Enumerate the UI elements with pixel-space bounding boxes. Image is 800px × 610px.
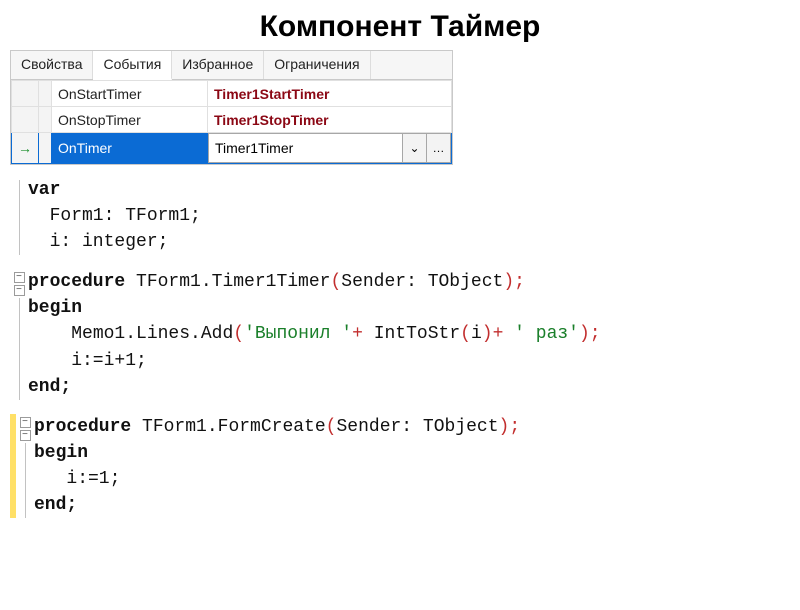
gutter: − − (16, 414, 34, 518)
event-value[interactable]: Timer1StopTimer (208, 107, 452, 133)
punct: + (493, 324, 515, 344)
row-arrow (12, 107, 39, 133)
code-line: Form1: TForm1; (28, 206, 201, 226)
punct: ( (233, 324, 244, 344)
fold-icon[interactable]: − (20, 417, 31, 428)
grid-row[interactable]: OnStartTimer Timer1StartTimer (12, 81, 452, 107)
punct: ( (330, 272, 341, 292)
punct: ); (503, 272, 525, 292)
punct: ); (579, 324, 601, 344)
grid-row[interactable]: OnStopTimer Timer1StopTimer (12, 107, 452, 133)
row-gutter (39, 107, 52, 133)
tab-properties[interactable]: Свойства (11, 51, 93, 79)
ellipsis-button[interactable]: … (427, 133, 451, 163)
object-inspector: Свойства События Избранное Ограничения O… (10, 50, 453, 165)
indent (28, 324, 71, 344)
string-literal: ' раз' (514, 324, 579, 344)
punct: ( (326, 417, 337, 437)
code-line: i:=i+1; (28, 351, 147, 371)
punct: ) (482, 324, 493, 344)
string-literal: 'Выпонил ' (244, 324, 352, 344)
gutter (10, 177, 28, 255)
row-arrow (12, 81, 39, 107)
event-value-cell: ⌄ … (208, 133, 452, 164)
chevron-down-icon[interactable]: ⌄ (403, 133, 427, 163)
row-gutter (39, 81, 52, 107)
gutter: − − (10, 269, 28, 399)
call: Memo1.Lines.Add (71, 324, 233, 344)
code-editor[interactable]: var Form1: TForm1; i: integer; − − proce… (10, 177, 800, 518)
row-arrow-icon: → (12, 133, 39, 164)
code-line: i:=1; (34, 469, 120, 489)
kw-procedure: procedure (28, 272, 136, 292)
tab-favorites[interactable]: Избранное (172, 51, 264, 79)
code-block-timer1timer: − − procedure TForm1.Timer1Timer(Sender:… (10, 269, 800, 399)
call: IntToStr (374, 324, 460, 344)
kw-begin: begin (34, 443, 88, 463)
tab-events[interactable]: События (93, 51, 172, 80)
identifier: i (471, 324, 482, 344)
proc-name: TForm1.Timer1Timer (136, 272, 330, 292)
proc-name: TForm1.FormCreate (142, 417, 326, 437)
punct: + (352, 324, 374, 344)
row-gutter (39, 133, 52, 164)
kw-end: end; (28, 377, 71, 397)
event-combo-input[interactable] (208, 133, 403, 163)
event-name: OnStartTimer (52, 81, 208, 107)
inspector-tabs: Свойства События Избранное Ограничения (11, 51, 452, 80)
code-line: i: integer; (28, 232, 168, 252)
kw-end: end; (34, 495, 77, 515)
code-lines[interactable]: procedure TForm1.FormCreate(Sender: TObj… (34, 414, 520, 518)
kw-var: var (28, 180, 60, 200)
fold-icon[interactable]: − (20, 430, 31, 441)
grid-row-selected[interactable]: → OnTimer ⌄ … (12, 133, 452, 164)
event-combo: ⌄ … (208, 133, 451, 163)
code-lines[interactable]: var Form1: TForm1; i: integer; (28, 177, 201, 255)
code-block-var: var Form1: TForm1; i: integer; (10, 177, 800, 255)
events-grid: OnStartTimer Timer1StartTimer OnStopTime… (11, 80, 452, 164)
punct: ); (499, 417, 521, 437)
event-value[interactable]: Timer1StartTimer (208, 81, 452, 107)
tab-restrictions[interactable]: Ограничения (264, 51, 370, 79)
kw-procedure: procedure (34, 417, 142, 437)
fold-icon[interactable]: − (14, 272, 25, 283)
code-block-formcreate: − − procedure TForm1.FormCreate(Sender: … (10, 414, 800, 518)
fold-icon[interactable]: − (14, 285, 25, 296)
page-title: Компонент Таймер (0, 10, 800, 44)
event-name: OnStopTimer (52, 107, 208, 133)
proc-args: Sender: TObject (341, 272, 503, 292)
code-lines[interactable]: procedure TForm1.Timer1Timer(Sender: TOb… (28, 269, 601, 399)
proc-args: Sender: TObject (336, 417, 498, 437)
punct: ( (460, 324, 471, 344)
kw-begin: begin (28, 298, 82, 318)
event-name: OnTimer (52, 133, 208, 164)
